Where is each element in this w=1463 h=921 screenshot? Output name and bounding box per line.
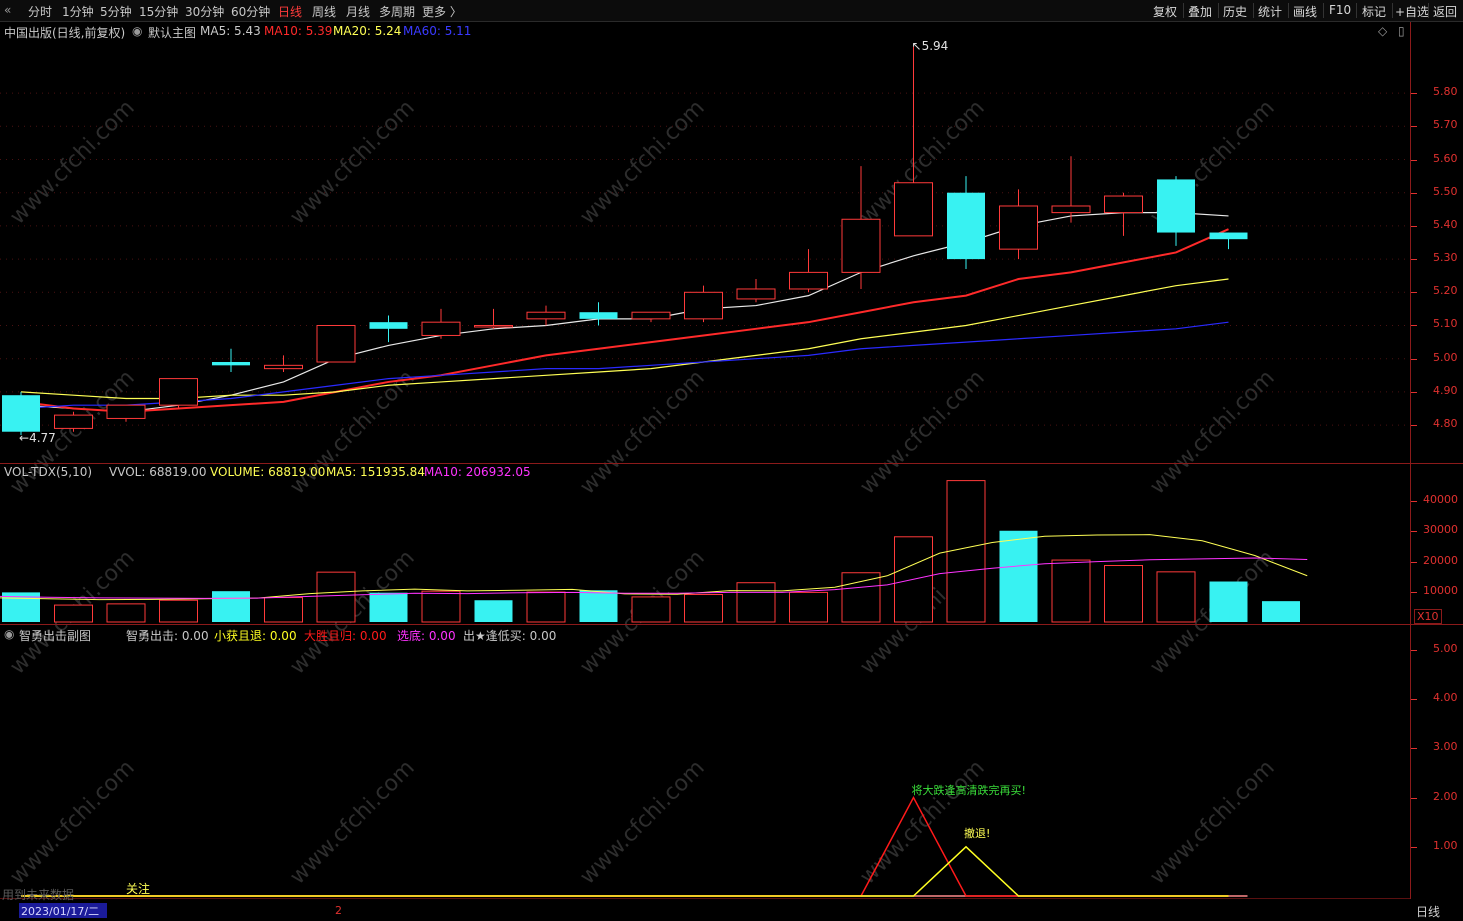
ma-line-ma60 <box>20 321 1229 410</box>
volume-bar-up <box>1104 565 1143 623</box>
volume-bar-down <box>579 590 618 622</box>
candle-body-up <box>684 291 723 320</box>
candle-body-up <box>264 364 303 370</box>
month-marker: 2 <box>335 904 342 917</box>
candle-body-down <box>2 395 40 432</box>
period-button[interactable]: 日线 <box>1416 903 1440 920</box>
candle-body-up <box>999 205 1038 250</box>
candle-body-down <box>369 322 408 329</box>
candle-body-down <box>1209 232 1248 240</box>
volume-bar-down <box>474 600 513 622</box>
volume-bar-up <box>631 596 671 623</box>
candle-body-down <box>212 362 250 366</box>
candle-body-up <box>894 182 933 237</box>
candle-body-up <box>526 311 566 320</box>
volume-bar-up <box>526 591 566 623</box>
candle-body-up <box>631 311 671 320</box>
candle-body-up <box>54 414 93 429</box>
candle-body-up <box>1104 195 1143 214</box>
volume-bar-up <box>1051 559 1091 623</box>
date-cursor: 2023/01/17/二 <box>19 903 107 918</box>
volume-bar-up <box>54 604 93 623</box>
signal-annotation-green: 将大跌逢高清跌完再买! <box>911 783 1026 797</box>
min-price-arrow: ← <box>19 431 30 446</box>
candle-body-up <box>421 321 461 336</box>
candle-body-up <box>474 324 513 328</box>
volume-bar-up <box>264 597 303 623</box>
volume-bar-down <box>369 592 408 622</box>
candle-body-down <box>1157 179 1195 233</box>
volume-bar-down <box>1209 581 1248 622</box>
watch-label: 关注 <box>126 882 151 896</box>
candle-body-up <box>789 271 828 290</box>
volume-bar-up <box>789 591 828 623</box>
volume-bar-up <box>159 599 198 623</box>
chart-canvas[interactable] <box>0 0 1463 921</box>
future-data-label: 用到未来数据 <box>2 888 75 902</box>
candle-body-up <box>316 324 356 363</box>
volume-bar-up <box>106 603 146 623</box>
signal-annotation-yellow: 撤退! <box>964 826 991 840</box>
ma-line-ma5 <box>20 212 1229 413</box>
max-price-label: ↖5.94 <box>911 38 949 53</box>
volume-bar-down <box>1262 601 1300 622</box>
volume-bar-up <box>1156 571 1196 623</box>
signal-line <box>21 795 1229 897</box>
volume-bar-down <box>999 530 1038 622</box>
ma-line-ma10 <box>20 228 1229 413</box>
max-price-arrow: ↖ <box>911 38 922 53</box>
volume-bar-up <box>316 571 356 623</box>
candle-body-up <box>736 288 776 300</box>
candle-body-up <box>159 378 198 406</box>
candle-body-down <box>947 192 985 260</box>
volume-bar-up <box>421 590 461 623</box>
volume-bar-up <box>841 572 881 623</box>
ma-line-ma20 <box>20 278 1229 400</box>
candle-body-up <box>1051 205 1091 214</box>
min-price-label: ←4.77 <box>19 431 56 446</box>
candle-body-up <box>841 218 881 273</box>
volume-bar-down <box>212 591 250 622</box>
volume-bar-up <box>946 480 986 623</box>
candle-body-up <box>106 404 146 419</box>
volume-bar-up <box>684 594 723 623</box>
candle-body-down <box>579 312 618 319</box>
signal-line <box>21 845 1229 897</box>
volume-bar-up <box>736 582 776 623</box>
